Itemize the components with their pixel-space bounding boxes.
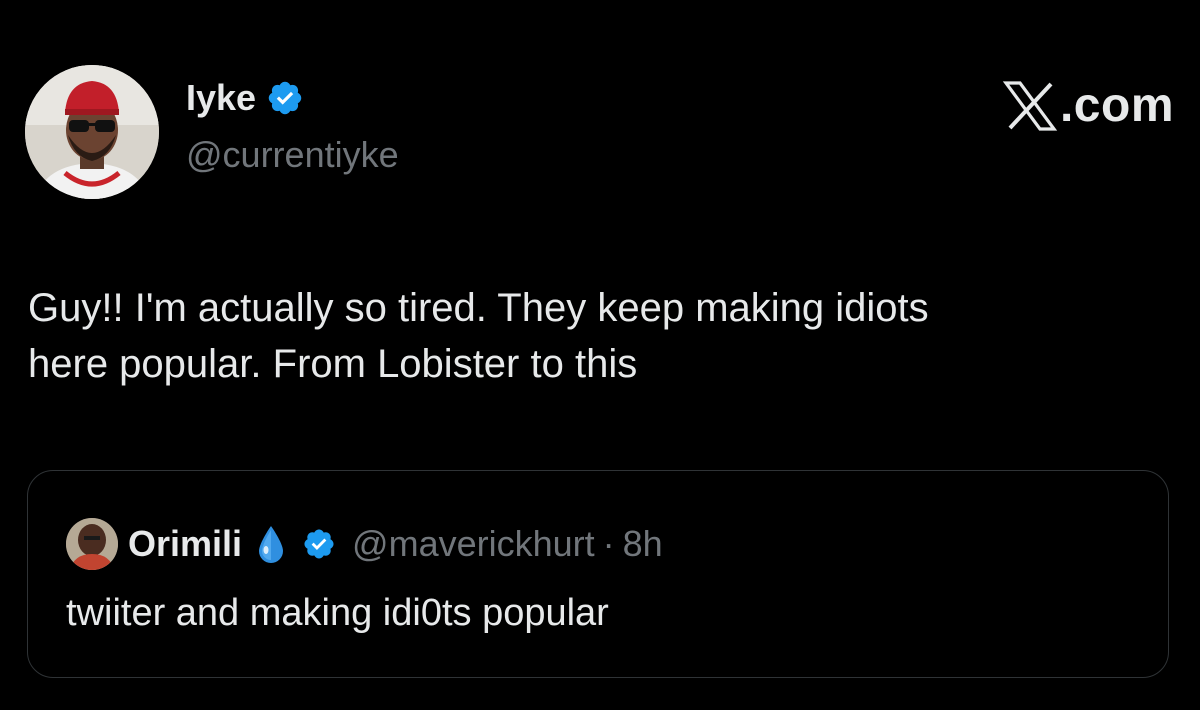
quoted-handle[interactable]: @maverickhurt — [352, 522, 595, 566]
tweet-card: Iyke @currentiyke .com Guy!! I'm actuall… — [0, 0, 1200, 710]
quoted-verified-badge-icon — [302, 527, 336, 561]
author-avatar[interactable] — [25, 65, 159, 199]
quoted-display-name[interactable]: Orimili — [128, 522, 242, 566]
author-name-row: Iyke — [186, 76, 304, 120]
quoted-avatar-image — [66, 518, 118, 570]
verified-badge-icon — [266, 79, 304, 117]
quoted-tweet-text: twiiter and making idi0ts popular — [66, 592, 609, 634]
meta-separator: · — [602, 523, 615, 564]
quoted-author-avatar[interactable] — [66, 518, 118, 570]
brand-domain-text: .com — [1059, 79, 1174, 132]
author-handle[interactable]: @currentiyke — [186, 133, 399, 177]
droplet-emoji-icon — [256, 524, 286, 564]
avatar-image — [25, 65, 159, 199]
quoted-timestamp[interactable]: 8h — [623, 522, 663, 566]
x-brand-label: .com — [1002, 78, 1174, 134]
quoted-tweet-header: Orimili @maverickhurt · 8h — [66, 518, 663, 570]
quoted-meta: @maverickhurt · 8h — [352, 522, 663, 566]
x-logo-icon — [1002, 81, 1058, 131]
author-display-name[interactable]: Iyke — [186, 76, 256, 120]
tweet-text: Guy!! I'm actually so tired. They keep m… — [28, 286, 929, 386]
quoted-tweet[interactable]: Orimili @maverickhurt · 8h twiiter and m… — [27, 470, 1169, 678]
